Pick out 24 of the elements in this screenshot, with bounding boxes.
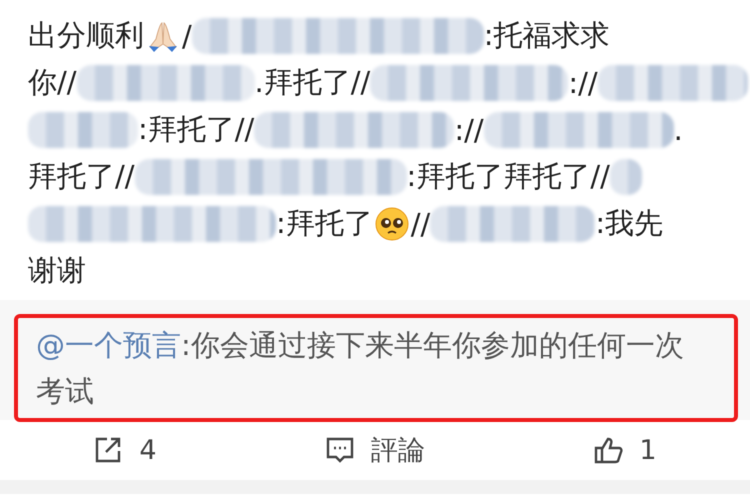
post-text: ://	[454, 112, 484, 146]
mention-link[interactable]: @一个预言	[36, 328, 181, 362]
quoted-comment: @一个预言:你会通过接下来半年你参加的任何一次考试	[14, 314, 738, 422]
comment-button[interactable]: 評論	[250, 427, 500, 473]
post-text: ://	[568, 66, 598, 100]
share-button[interactable]: 4	[0, 427, 250, 473]
post-text: /	[182, 18, 192, 52]
thumbs-up-icon	[593, 435, 624, 465]
post-text: //	[410, 206, 430, 240]
post-text: 拜托了//	[28, 158, 135, 194]
post-text: .拜托了//	[254, 64, 370, 100]
like-button[interactable]: 1	[500, 427, 750, 473]
post-text: :拜托了	[276, 204, 373, 242]
post-text: .	[674, 112, 683, 146]
comment-icon	[325, 435, 355, 465]
post-text: :托福求求	[484, 16, 610, 54]
post-text: :我先	[595, 204, 664, 242]
post-text: :拜托了//	[138, 110, 254, 148]
pleading-face-icon	[374, 206, 409, 240]
blurred-username	[610, 158, 642, 194]
post-text: 谢谢	[28, 252, 86, 288]
post-text: 出分顺利	[28, 16, 144, 54]
post-text: 你//	[28, 64, 77, 100]
post-text: :拜托了拜托了//	[406, 158, 610, 194]
